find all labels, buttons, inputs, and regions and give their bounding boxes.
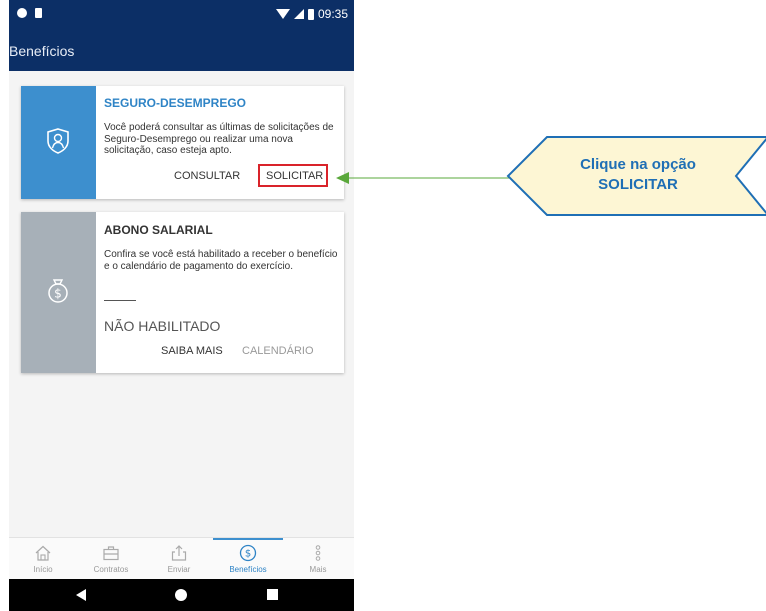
saiba-mais-button[interactable]: SAIBA MAIS bbox=[161, 345, 223, 357]
home-button-icon[interactable] bbox=[175, 589, 187, 601]
sd-card-icon bbox=[35, 8, 42, 18]
nav-label: Mais bbox=[309, 565, 327, 574]
nav-item-contratos[interactable]: Contratos bbox=[82, 538, 140, 580]
card-description: Confira se você está habilitado a recebe… bbox=[104, 249, 338, 272]
abono-salarial-card: $ ABONO SALARIAL Confira se você está ha… bbox=[21, 212, 344, 373]
card-title: SEGURO-DESEMPREGO bbox=[104, 96, 247, 110]
battery-icon bbox=[307, 8, 314, 20]
system-navigation-bar bbox=[9, 579, 354, 611]
callout-text: Clique na opção SOLICITAR bbox=[580, 156, 696, 193]
nav-label: Benefícios bbox=[229, 565, 267, 574]
briefcase-icon bbox=[103, 546, 119, 561]
calendario-button[interactable]: CALENDÁRIO bbox=[242, 345, 314, 357]
dollar-circle-icon: $ bbox=[239, 544, 257, 562]
card-side-panel: $ bbox=[21, 212, 96, 373]
eligibility-status: NÃO HABILITADO bbox=[104, 318, 221, 334]
notification-dot-icon bbox=[17, 8, 27, 18]
card-side-panel bbox=[21, 86, 96, 199]
status-left bbox=[17, 8, 42, 18]
shield-person-icon bbox=[47, 128, 69, 154]
nav-item-inicio[interactable]: Início bbox=[14, 538, 72, 580]
solicitar-button[interactable]: SOLICITAR bbox=[258, 164, 329, 187]
phone-screen: 09:35 Benefícios SEGURO-DESEMPREGO Você … bbox=[9, 0, 354, 611]
divider bbox=[104, 300, 136, 301]
page-title: Benefícios bbox=[9, 43, 75, 59]
nav-label: Enviar bbox=[167, 565, 191, 574]
status-time: 09:35 bbox=[317, 7, 348, 21]
nav-label: Início bbox=[33, 565, 53, 574]
more-vertical-icon bbox=[315, 545, 321, 561]
svg-text:$: $ bbox=[54, 287, 62, 301]
active-tab-indicator bbox=[213, 538, 283, 540]
bottom-navigation: Início Contratos Enviar $ Benefícios Mai… bbox=[9, 537, 354, 580]
back-icon[interactable] bbox=[76, 589, 86, 601]
consultar-button[interactable]: CONSULTAR bbox=[174, 170, 240, 182]
card-title: ABONO SALARIAL bbox=[104, 223, 213, 237]
home-icon bbox=[35, 545, 51, 561]
status-right: 09:35 bbox=[275, 7, 348, 21]
upload-icon bbox=[171, 545, 187, 561]
money-bag-icon: $ bbox=[48, 279, 68, 303]
app-bar: Benefícios bbox=[9, 33, 354, 71]
nav-item-mais[interactable]: Mais bbox=[289, 538, 347, 580]
seguro-desemprego-card: SEGURO-DESEMPREGO Você poderá consultar … bbox=[21, 86, 344, 199]
svg-text:$: $ bbox=[245, 549, 251, 560]
nav-item-beneficios[interactable]: $ Benefícios bbox=[213, 538, 283, 580]
card-description: Você poderá consultar as últimas de soli… bbox=[104, 122, 334, 156]
nav-item-enviar[interactable]: Enviar bbox=[150, 538, 208, 580]
nav-label: Contratos bbox=[93, 565, 129, 574]
recent-apps-icon[interactable] bbox=[267, 589, 278, 600]
signal-icon bbox=[293, 9, 304, 19]
wifi-icon bbox=[275, 9, 290, 19]
status-bar: 09:35 bbox=[9, 0, 354, 33]
